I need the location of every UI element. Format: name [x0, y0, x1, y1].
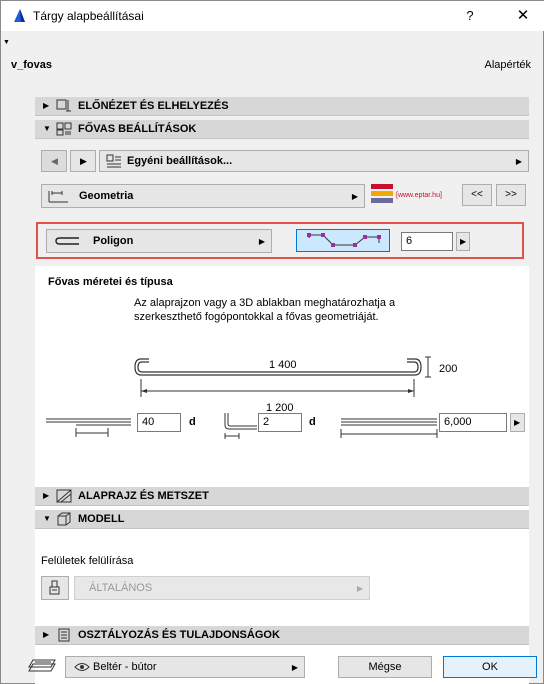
geometry-dropdown[interactable]: Geometria ▶ [41, 184, 365, 208]
custom-settings-label: Egyéni beállítások... [127, 155, 233, 167]
anchor-unit-label: d [189, 416, 196, 428]
collapse-arrow-icon: ▼ [43, 124, 51, 133]
dropdown-arrow-icon: ▶ [351, 192, 358, 201]
preset-icon [106, 154, 121, 168]
dropdown-arrow-icon: ▶ [258, 237, 265, 246]
hook-icon [224, 413, 257, 439]
polygon-type-dropdown[interactable]: Poligon ▶ [46, 229, 272, 253]
surface-material-dropdown[interactable]: ÁLTALÁNOS ▶ [74, 576, 370, 600]
right-arrow-icon: ▶ [460, 237, 467, 246]
object-name: v_fovas [11, 59, 52, 71]
eptar-logo-text: [www.eptar.hu] [396, 192, 442, 199]
hook-unit-label: d [309, 416, 316, 428]
close-button[interactable]: ✕ [511, 5, 535, 27]
right-arrow-icon: ▶ [80, 156, 87, 166]
hook-length-input[interactable]: 2 [258, 413, 302, 432]
section-rebar-settings[interactable]: ▼ FŐVAS BEÁLLÍTÁSOK [35, 120, 529, 139]
section-label: OSZTÁLYOZÁS ÉS TULAJDONSÁGOK [78, 629, 280, 641]
section-label: ALAPRAJZ ÉS METSZET [78, 490, 209, 502]
expand-arrow-icon: ▶ [43, 491, 50, 500]
layer-dropdown[interactable]: Beltér - bútor ▶ [65, 656, 305, 678]
dropdown-arrow-icon: ▶ [515, 157, 522, 166]
geometry-label: Geometria [79, 190, 134, 202]
ok-button[interactable]: OK [443, 656, 537, 678]
polygon-label: Poligon [93, 235, 134, 247]
section-label: MODELL [78, 513, 125, 525]
collapse-arrow-icon: ▼ [43, 514, 51, 523]
geometry-icon [48, 191, 68, 203]
description-line-1: Az alaprajzon vagy a 3D ablakban meghatá… [134, 297, 396, 309]
surface-material-value: ÁLTALÁNOS [89, 582, 153, 594]
prev-preset-button[interactable]: ◀ [41, 150, 67, 172]
section-classification[interactable]: ▶ OSZTÁLYOZÁS ÉS TULAJDONSÁGOK [35, 626, 529, 645]
preview-placement-icon [56, 99, 71, 112]
eptar-logo: [www.eptar.hu] [371, 181, 451, 209]
section-floorplan[interactable]: ▶ ALAPRAJZ ÉS METSZET [35, 487, 529, 506]
layer-value: Beltér - bútor [93, 661, 157, 673]
polygon-nodes-icon [307, 233, 381, 247]
bar-length-icon [340, 418, 438, 438]
classification-list-icon [58, 628, 70, 642]
dropdown-arrow-icon: ▶ [291, 663, 298, 672]
section-preview[interactable]: ▶ ELŐNÉZET ÉS ELHELYEZÉS [35, 97, 529, 116]
dropdown-arrow-icon: ▶ [356, 584, 363, 593]
surface-brush-button[interactable] [41, 576, 69, 600]
surface-override-label: Felületek felülírása [41, 555, 134, 567]
cancel-button[interactable]: Mégse [338, 656, 432, 678]
top-length-label: 1 400 [269, 359, 297, 371]
anchor-length-icon [46, 418, 131, 437]
paint-brush-icon [49, 580, 60, 595]
height-label: 200 [439, 363, 458, 375]
next-page-button[interactable]: >> [496, 184, 526, 206]
bar-length-input[interactable]: 6,000 [439, 413, 507, 432]
bar-length-stepper[interactable]: ▶ [510, 413, 525, 432]
expand-arrow-icon: ▶ [43, 101, 50, 110]
dialog-window: Tárgy alapbeállításai ? ✕ ▼ v_fovas Alap… [0, 0, 544, 684]
eye-icon [74, 663, 90, 671]
polygon-shape-icon [55, 237, 79, 245]
node-count-stepper[interactable]: ▶ [456, 232, 470, 251]
description-line-2: szerkeszthető fogópontokkal a fővas geom… [134, 311, 379, 323]
expand-arrow-icon: ▶ [43, 630, 50, 639]
right-arrow-icon: ▶ [514, 418, 521, 427]
left-arrow-icon: ◀ [51, 156, 58, 166]
prev-page-button[interactable]: << [462, 184, 492, 206]
section-label: ELŐNÉZET ÉS ELHELYEZÉS [78, 100, 229, 112]
default-label: Alapérték [484, 59, 531, 71]
help-button[interactable]: ? [458, 5, 482, 27]
node-count-input[interactable]: 6 [401, 232, 453, 251]
anchor-length-input[interactable]: 40 [137, 413, 181, 432]
window-title: Tárgy alapbeállításai [33, 9, 144, 23]
parameters-panel [35, 266, 529, 684]
dimensions-title: Fővas méretei és típusa [48, 276, 173, 288]
next-preset-button[interactable]: ▶ [70, 150, 96, 172]
polygon-editor-button[interactable] [296, 229, 390, 252]
section-model[interactable]: ▼ MODELL [35, 510, 529, 529]
rebar-settings-icon [56, 122, 72, 136]
section-label: FŐVAS BEÁLLÍTÁSOK [78, 123, 197, 135]
archicad-app-icon [14, 9, 25, 22]
custom-settings-dropdown[interactable]: Egyéni beállítások... ▶ [99, 150, 529, 172]
layer-icon [28, 659, 56, 672]
model-cube-icon [57, 512, 71, 526]
panel-collapse-icon[interactable]: ▼ [3, 39, 10, 46]
title-bar: Tárgy alapbeállításai ? ✕ [1, 1, 544, 31]
floorplan-section-icon [56, 489, 72, 503]
